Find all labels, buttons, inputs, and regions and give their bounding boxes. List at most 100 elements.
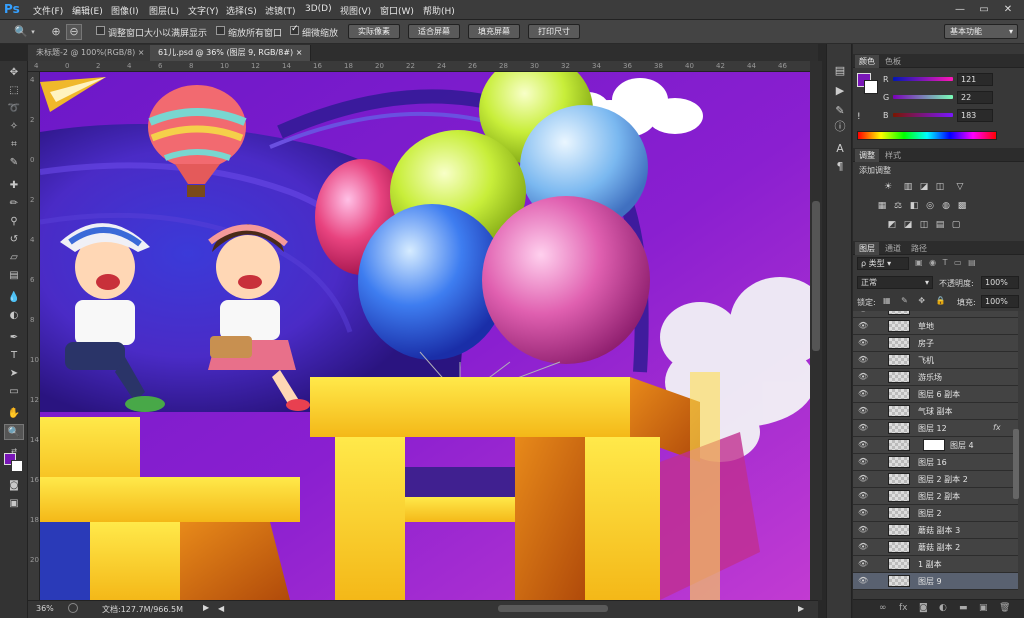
tab-color[interactable]: 颜色: [855, 55, 879, 68]
eye-icon[interactable]: 👁: [858, 311, 868, 314]
menu-filter[interactable]: 滤镜(T): [265, 4, 296, 17]
dodge-tool-icon[interactable]: ◐: [4, 308, 24, 324]
tab-swatches[interactable]: 色板: [881, 55, 905, 68]
eyedropper-icon[interactable]: ✎: [4, 155, 24, 171]
zoom-tool-icon[interactable]: 🔍: [4, 424, 24, 440]
opacity-field[interactable]: 100%: [981, 276, 1019, 289]
magic-wand-icon[interactable]: ✧: [4, 119, 24, 135]
type-tool-icon[interactable]: T: [4, 348, 24, 364]
b-slider[interactable]: [893, 113, 953, 117]
eye-icon[interactable]: 👁: [858, 491, 868, 501]
invert-icon[interactable]: ◩: [887, 220, 897, 230]
eye-icon[interactable]: 👁: [858, 355, 868, 365]
history-icon[interactable]: ▤: [832, 64, 848, 78]
new-layer-icon[interactable]: ▣: [979, 603, 988, 613]
horizontal-scroll-thumb[interactable]: [498, 605, 608, 612]
print-size-button[interactable]: 打印尺寸: [528, 24, 580, 39]
r-slider[interactable]: [893, 77, 953, 81]
layer-filter-select[interactable]: ρ 类型 ▾: [857, 257, 909, 270]
b-value[interactable]: 183: [957, 109, 993, 122]
eye-icon[interactable]: 👁: [858, 423, 868, 433]
tab-61-psd[interactable]: 61儿.psd @ 36% (图层 9, RGB/8#) ×: [150, 45, 312, 61]
hue-sat-icon[interactable]: ▦: [877, 201, 887, 211]
hand-tool-icon[interactable]: ✋: [4, 406, 24, 422]
eye-icon[interactable]: 👁: [858, 389, 868, 399]
bw-icon[interactable]: ◧: [909, 201, 919, 211]
lasso-tool-icon[interactable]: ➰: [4, 101, 24, 117]
curves-icon[interactable]: ◪: [919, 182, 929, 192]
history-brush-icon[interactable]: ↺: [4, 232, 24, 248]
zoom-out-icon[interactable]: ⊖: [66, 24, 82, 40]
chevron-down-icon[interactable]: ▾: [29, 25, 37, 39]
layer-row[interactable]: 👁 草地: [853, 318, 1018, 335]
eraser-tool-icon[interactable]: ▱: [4, 250, 24, 266]
posterize-icon[interactable]: ◪: [903, 220, 913, 230]
tab-channels[interactable]: 通道: [881, 242, 905, 255]
zoom-all-checkbox[interactable]: [216, 26, 225, 35]
menu-file[interactable]: 文件(F): [33, 4, 63, 17]
paragraph-icon[interactable]: ¶: [832, 160, 848, 174]
brightness-icon[interactable]: ☀: [883, 182, 893, 192]
eye-icon[interactable]: 👁: [858, 440, 868, 450]
document-canvas[interactable]: 米: [40, 72, 810, 600]
layer-filter-icons[interactable]: ▣ ◉ T ▭ ▤: [915, 258, 1015, 269]
vibrance-icon[interactable]: ▽: [955, 182, 965, 192]
scrubby-zoom-checkbox[interactable]: [290, 24, 299, 35]
brush-preset-icon[interactable]: ✎: [832, 104, 848, 118]
layer-row[interactable]: 👁9: [853, 311, 1018, 318]
eye-icon[interactable]: 👁: [858, 508, 868, 518]
tab-layers[interactable]: 图层: [855, 242, 879, 255]
zoom-in-icon[interactable]: ⊕: [49, 25, 63, 39]
zoom-tool-icon[interactable]: 🔍: [14, 25, 28, 39]
close-icon[interactable]: ×: [138, 48, 145, 57]
exposure-icon[interactable]: ◫: [935, 182, 945, 192]
g-slider[interactable]: [893, 95, 953, 99]
layer-row[interactable]: 👁 气球 副本: [853, 403, 1018, 420]
r-value[interactable]: 121: [957, 73, 993, 86]
eye-icon[interactable]: 👁: [858, 372, 868, 382]
layer-row[interactable]: 👁 图层 4: [853, 437, 1018, 454]
eye-icon[interactable]: 👁: [858, 321, 868, 331]
menu-3d[interactable]: 3D(D): [305, 4, 332, 14]
clone-stamp-icon[interactable]: ⚲: [4, 214, 24, 230]
photo-filter-icon[interactable]: ◎: [925, 201, 935, 211]
levels-icon[interactable]: ▥: [903, 182, 913, 192]
background-color-swatch[interactable]: [864, 80, 878, 94]
screen-mode-icon[interactable]: ▣: [4, 496, 24, 512]
mask-icon[interactable]: ◙: [919, 603, 928, 613]
path-select-icon[interactable]: ➤: [4, 366, 24, 382]
actual-pixels-button[interactable]: 实际像素: [348, 24, 400, 39]
adjustment-layer-icon[interactable]: ◐: [939, 603, 947, 613]
link-layers-icon[interactable]: ∞: [879, 603, 887, 613]
eye-icon[interactable]: 👁: [858, 576, 868, 586]
eye-icon[interactable]: 👁: [858, 525, 868, 535]
tab-adjustments[interactable]: 调整: [855, 149, 879, 162]
layer-row[interactable]: 👁 图层 16: [853, 454, 1018, 471]
gamut-warning-icon[interactable]: !: [857, 112, 861, 122]
photoshop-logo[interactable]: Ps: [4, 2, 22, 18]
blend-mode-select[interactable]: 正常 ▾: [857, 276, 933, 289]
tab-styles[interactable]: 样式: [881, 149, 905, 162]
background-color-swatch[interactable]: [11, 460, 23, 472]
close-button[interactable]: ✕: [998, 2, 1018, 17]
healing-brush-icon[interactable]: ✚: [4, 178, 24, 194]
eye-icon[interactable]: 👁: [858, 457, 868, 467]
color-lookup-icon[interactable]: ▩: [957, 201, 967, 211]
trash-icon[interactable]: 🗑: [999, 603, 1010, 613]
move-tool-icon[interactable]: ✥: [4, 65, 24, 81]
lock-icons[interactable]: ▦ ✎ ✥ 🔒: [883, 296, 950, 305]
g-value[interactable]: 22: [957, 91, 993, 104]
scroll-thumb[interactable]: [812, 201, 820, 351]
eye-icon[interactable]: 👁: [858, 474, 868, 484]
color-spectrum[interactable]: [857, 131, 997, 140]
menu-window[interactable]: 窗口(W): [380, 4, 414, 17]
resize-windows-checkbox[interactable]: [96, 26, 105, 35]
scroll-left-icon[interactable]: ◀: [218, 604, 234, 613]
fit-screen-button[interactable]: 适合屏幕: [408, 24, 460, 39]
threshold-icon[interactable]: ◫: [919, 220, 929, 230]
layer-row[interactable]: 👁 图层 9: [853, 573, 1018, 590]
color-balance-icon[interactable]: ⚖: [893, 201, 903, 211]
scroll-right-icon[interactable]: ▶: [798, 604, 804, 613]
layer-row[interactable]: 👁 图层 2: [853, 505, 1018, 522]
layer-row[interactable]: 👁 1 副本: [853, 556, 1018, 573]
